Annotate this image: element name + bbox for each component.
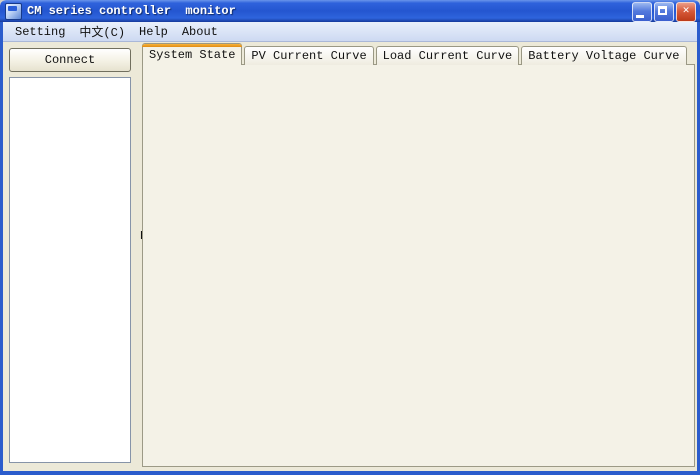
- window-frame-left: [0, 22, 3, 475]
- maximize-button[interactable]: [654, 2, 674, 22]
- title-bar: CM series controller monitor ✕: [0, 0, 700, 22]
- menu-about[interactable]: About: [182, 25, 218, 39]
- minimize-button[interactable]: [632, 2, 652, 22]
- close-button[interactable]: ✕: [676, 2, 696, 22]
- menu-language[interactable]: 中文(C): [79, 23, 125, 40]
- system-state-panel: [142, 64, 695, 467]
- tab-battery-voltage-curve[interactable]: Battery Voltage Curve: [521, 46, 686, 65]
- window-frame-bottom: [0, 471, 700, 475]
- tab-load-current-curve[interactable]: Load Current Curve: [376, 46, 520, 65]
- menu-help[interactable]: Help: [139, 25, 168, 39]
- app-icon: [5, 3, 22, 20]
- window-title: CM series controller monitor: [27, 4, 236, 18]
- app-window: CM series controller monitor ✕ Setting 中…: [0, 0, 700, 475]
- tab-strip: System State PV Current Curve Load Curre…: [142, 45, 687, 65]
- connect-button[interactable]: Connect: [9, 48, 131, 72]
- menu-setting[interactable]: Setting: [15, 25, 65, 39]
- menu-bar: Setting 中文(C) Help About: [3, 22, 697, 42]
- tab-system-state[interactable]: System State: [142, 43, 242, 65]
- tab-pv-current-curve[interactable]: PV Current Curve: [244, 46, 373, 65]
- device-listbox[interactable]: [9, 77, 131, 463]
